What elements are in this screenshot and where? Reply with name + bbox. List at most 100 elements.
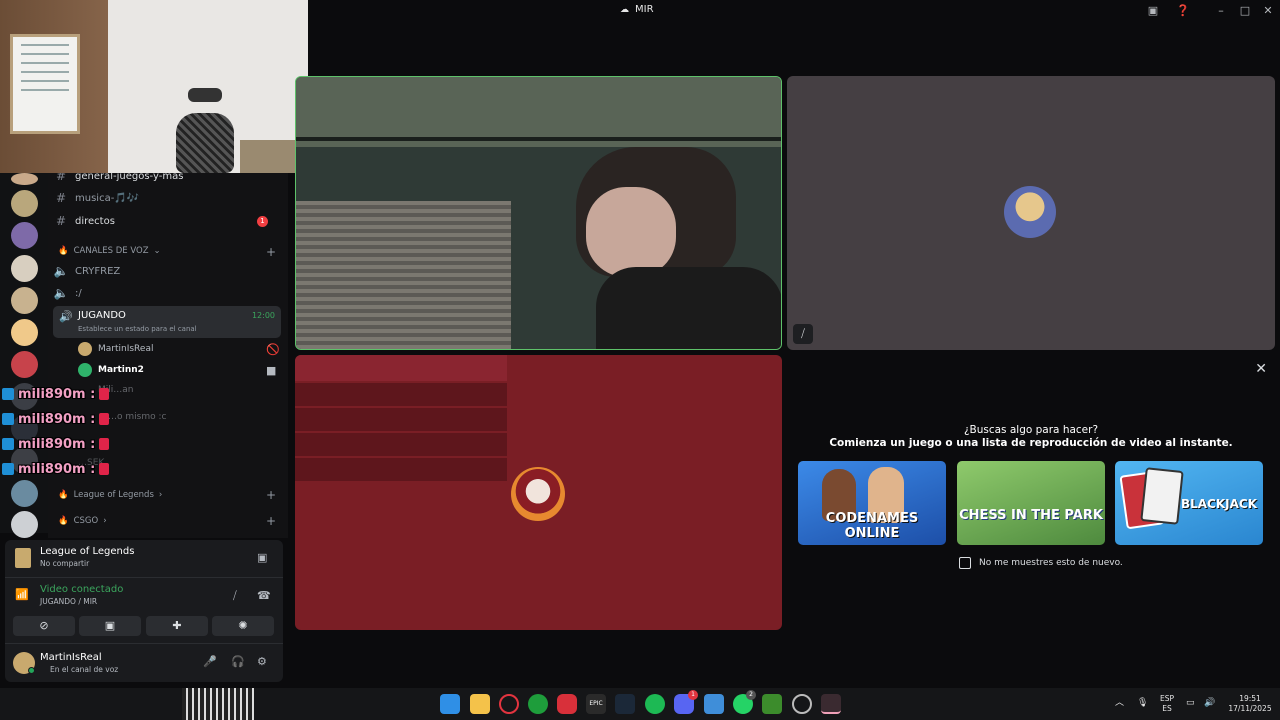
member-name: Martinn2 [98,365,144,375]
channel-directos[interactable]: # directos 1 [53,211,281,231]
server-avatar[interactable] [11,511,38,538]
chevron-up-icon[interactable]: ︿ [1115,698,1124,708]
user-panel: League of Legends No compartir ▣ 📶 Video… [5,540,283,682]
help-icon[interactable]: ❓ [1175,3,1191,19]
mic-muted-icon[interactable]: 🎤 [203,655,217,668]
card-chess[interactable]: CHESS IN THE PARK [957,461,1105,545]
category-csgo[interactable]: 🔥 CSGO › [58,516,107,526]
camera-icon: ■ [266,364,277,377]
channel-name: JUGANDO [78,310,126,321]
spotify-icon[interactable] [645,694,665,714]
category-voice[interactable]: 🔥 CANALES DE VOZ ⌄ [58,246,161,256]
headphones-icon[interactable]: 🎧 [231,655,245,668]
user-name[interactable]: MartinIsReal [40,652,102,663]
server-avatar[interactable] [11,351,38,378]
chat-overlay-line: mili890m : [2,384,110,404]
stream-bar [295,408,507,431]
xbox-icon[interactable] [528,694,548,714]
card-label: CODENAMES ONLINE [825,511,919,541]
disconnect-icon[interactable]: ☎ [257,589,271,602]
add-channel-button[interactable]: + [266,514,276,528]
voice-channel-jugando[interactable]: 🔊 JUGANDO 12:00 Establece un estado para… [53,306,281,338]
channel-status[interactable]: Establece un estado para el canal [78,325,197,333]
server-avatar[interactable] [11,255,38,282]
windows-start-icon[interactable] [440,694,460,714]
network-icon[interactable]: ▭ [1186,698,1195,708]
channel-list: # general-juegos-y-mas # musica-🎵🎶 # dir… [48,169,288,538]
card-codenames[interactable]: CODENAMES ONLINE [798,461,946,545]
category-label: League of Legends [73,490,154,500]
checkbox-label[interactable]: No me muestres esto de nuevo. [979,558,1123,568]
avatar [1004,186,1056,238]
app-icon[interactable] [792,694,812,714]
clock[interactable]: 19:51 17/11/2025 [1225,694,1275,714]
app-icon[interactable] [557,694,577,714]
dont-show-checkbox[interactable] [959,557,971,569]
league-taskbar-icon[interactable] [821,694,841,714]
server-avatar[interactable] [11,287,38,314]
share-screen-button[interactable]: ▣ [79,616,141,636]
server-avatar[interactable] [11,173,38,185]
activity-suggestions: ✕ ¿Buscas algo para hacer? Comienza un j… [787,355,1275,630]
speaker-icon: 🔊 [59,310,73,323]
chat-overlay-line: mili890m : [2,434,110,454]
soundboard-button[interactable]: ✺ [212,616,274,636]
video-tile-camera[interactable] [295,76,782,350]
server-avatar[interactable] [11,319,38,346]
maximize-button[interactable]: □ [1237,3,1253,19]
server-avatar[interactable] [11,190,38,217]
chevron-right-icon: › [103,516,107,526]
close-window-button[interactable]: ✕ [1260,3,1276,19]
emote-icon [99,463,110,475]
category-lol[interactable]: 🔥 League of Legends › [58,490,162,500]
keyboard-code: ES [1162,704,1172,713]
app-icon[interactable] [704,694,724,714]
activity-subtitle: No compartir [40,559,90,568]
camera-off-button[interactable]: ⊘ [13,616,75,636]
account-row: MartinIsReal En el canal de voz 🎤 🎧 ⚙ [5,644,283,682]
clock-time: 19:51 [1239,694,1261,703]
server-avatar[interactable] [11,480,38,507]
gear-icon[interactable]: ⚙ [257,655,267,668]
voice-status[interactable]: Video conectado [40,584,123,595]
opera-icon[interactable] [499,694,519,714]
add-channel-button[interactable]: + [266,245,276,259]
window-title-text: MIR [635,4,654,15]
voice-channel-path[interactable]: JUGANDO / MIR [40,597,97,606]
card-blackjack[interactable]: BLACKJACK [1115,461,1263,545]
channel-name: CRYFREZ [75,265,121,277]
volume-icon[interactable]: 🔊 [1204,698,1215,708]
category-label: CANALES DE VOZ [73,246,149,256]
whatsapp-badge: 2 [746,690,756,700]
chevron-down-icon: ⌄ [153,246,161,256]
noise-suppression-icon[interactable]: ⧸ [233,589,237,603]
minimize-button[interactable]: – [1213,3,1229,19]
video-tile-stream[interactable] [295,355,782,630]
voice-channel-smile[interactable]: 🔈 :/ [53,283,281,303]
steam-icon[interactable] [615,694,635,714]
partial-row: …o mismo :c [108,412,166,422]
chat-overlay-line: mili890m : [2,409,110,429]
voice-member[interactable]: MartinIsReal [78,342,153,356]
server-avatar[interactable] [11,222,38,249]
minecraft-icon[interactable] [762,694,782,714]
close-icon[interactable]: ✕ [1255,361,1267,377]
microphone-icon[interactable]: 🎙 [1137,698,1148,708]
voice-member[interactable]: Martinn2 [78,363,144,377]
inbox-icon[interactable]: ▣ [1145,3,1161,19]
video-blinds [296,201,511,349]
voice-channel-cryfrez[interactable]: 🔈 CRYFREZ [53,261,281,281]
epic-games-icon[interactable]: EPIC [586,694,606,714]
webcam-overlay [0,0,308,173]
hash-icon: # [55,191,67,205]
add-channel-button[interactable]: + [266,488,276,502]
video-person-face [586,187,676,277]
file-explorer-icon[interactable] [470,694,490,714]
language-indicator[interactable]: ESP ES [1160,694,1174,714]
channel-musica[interactable]: # musica-🎵🎶 [53,188,281,208]
activities-button[interactable]: ✚ [146,616,208,636]
screen-share-icon[interactable]: ▣ [257,551,267,564]
user-status: En el canal de voz [50,665,119,674]
member-name: MartinIsReal [98,344,154,354]
video-tile-user[interactable]: ⧸ [787,76,1275,350]
